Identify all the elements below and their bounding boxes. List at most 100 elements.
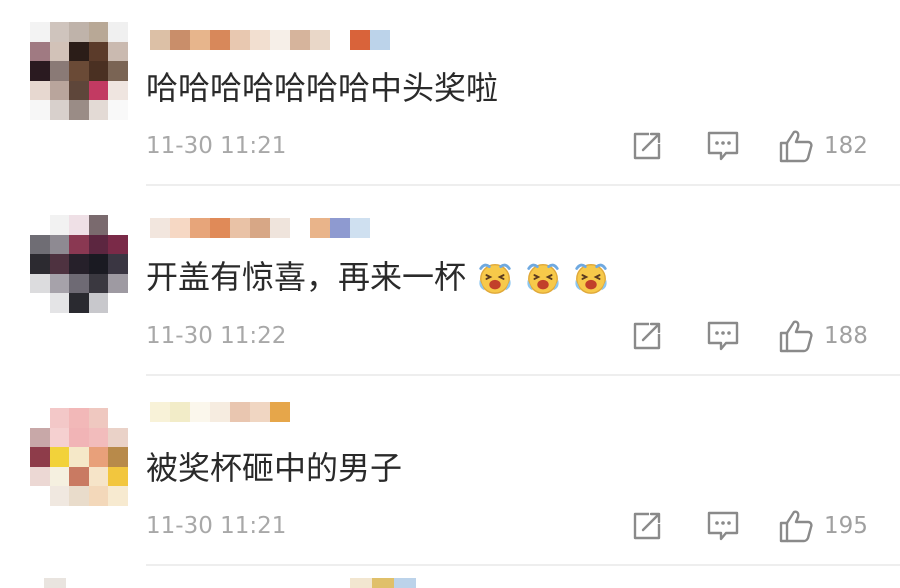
avatar-pixel <box>88 22 109 42</box>
avatar-pixel <box>49 408 70 428</box>
avatar-pixel <box>108 22 128 42</box>
username-pixel <box>190 218 210 238</box>
avatar-pixel <box>69 427 89 448</box>
like-count: 195 <box>824 513 868 539</box>
comment-item: 开盖有惊喜，再来一杯 11-30 11:22 188 <box>0 190 900 380</box>
avatar-pixel <box>88 80 109 101</box>
avatar-pixel <box>69 486 89 506</box>
crying-laughing-emoji-icon <box>479 263 511 294</box>
divider <box>146 184 900 186</box>
like-button[interactable]: 188 <box>778 318 868 354</box>
avatar-pixel <box>49 273 70 294</box>
username-pixel <box>210 30 230 50</box>
avatar-pixel <box>49 215 70 235</box>
share-box-icon <box>633 132 661 160</box>
avatar-pixel <box>30 100 50 120</box>
like-count: 188 <box>824 323 868 349</box>
avatar-pixel <box>108 408 128 428</box>
divider <box>146 374 900 376</box>
username-pixel <box>250 402 270 422</box>
avatar-pixel <box>30 427 50 448</box>
avatar-pixel <box>88 215 109 235</box>
avatar-pixel <box>108 466 128 487</box>
avatar-pixel <box>88 254 109 274</box>
avatar-pixel <box>49 466 70 487</box>
repost-button[interactable] <box>631 508 663 544</box>
comment-text: 开盖有惊喜，再来一杯 <box>146 256 610 297</box>
comment-feed: 哈哈哈哈哈哈哈中头奖啦 11-30 11:21 182 开盖有惊喜，再来一杯 1… <box>0 0 900 588</box>
avatar-pixel <box>108 427 128 448</box>
repost-button[interactable] <box>631 318 663 354</box>
thumbs-up-icon <box>779 130 813 163</box>
avatar[interactable] <box>30 215 128 313</box>
timestamp: 11-30 11:22 <box>146 323 287 349</box>
avatar-pixel <box>69 254 89 274</box>
repost-button[interactable] <box>631 128 663 164</box>
username-pixel <box>170 30 190 50</box>
share-box-icon <box>633 322 661 350</box>
avatar-pixel <box>30 273 50 294</box>
avatar-pixel <box>49 293 70 313</box>
username-pixel <box>310 218 330 238</box>
avatar-pixel <box>69 100 89 120</box>
avatar-pixel <box>30 80 50 101</box>
username-pixel <box>370 30 390 50</box>
avatar-pixel <box>108 293 128 313</box>
emoji-group <box>466 256 610 297</box>
avatar-pixel <box>108 215 128 235</box>
avatar-pixel <box>30 486 50 506</box>
avatar-pixel <box>49 22 70 42</box>
username-pixel <box>250 30 270 50</box>
avatar-pixel <box>108 486 128 506</box>
avatar-pixel <box>88 447 109 467</box>
like-button[interactable]: 195 <box>778 508 868 544</box>
comment-text-content: 哈哈哈哈哈哈哈中头奖啦 <box>146 69 499 107</box>
avatar-pixel <box>49 80 70 101</box>
comment-bubble-icon <box>707 511 739 541</box>
avatar-pixel <box>69 466 89 487</box>
comment-text-content: 被奖杯砸中的男子 <box>146 449 403 487</box>
comment-button[interactable] <box>706 508 740 544</box>
avatar-pixel <box>88 41 109 62</box>
username-pixelated[interactable] <box>150 30 390 52</box>
username-pixel <box>270 402 290 422</box>
avatar-pixel <box>49 61 70 81</box>
like-button[interactable]: 182 <box>778 128 868 164</box>
avatar-pixel <box>108 254 128 274</box>
avatar-pixel <box>88 408 109 428</box>
peek-pixel <box>350 578 372 588</box>
avatar-pixel <box>108 273 128 294</box>
avatar-pixel <box>69 215 89 235</box>
avatar-pixel <box>30 215 50 235</box>
avatar-pixel <box>49 427 70 448</box>
avatar-pixel <box>108 61 128 81</box>
avatar-pixel <box>88 486 109 506</box>
thumbs-up-icon <box>779 510 813 543</box>
avatar-pixel <box>30 234 50 255</box>
avatar-pixel <box>69 41 89 62</box>
avatar-pixel <box>108 80 128 101</box>
username-pixel <box>330 218 350 238</box>
username-pixel <box>190 402 210 422</box>
comment-button[interactable] <box>706 318 740 354</box>
avatar[interactable] <box>30 408 128 506</box>
avatar-pixel <box>49 486 70 506</box>
avatar-pixel <box>69 61 89 81</box>
username-pixel <box>350 30 370 50</box>
avatar-pixel <box>69 273 89 294</box>
avatar-pixel <box>49 234 70 255</box>
peek-pixel <box>372 578 394 588</box>
timestamp: 11-30 11:21 <box>146 133 287 159</box>
timestamp: 11-30 11:21 <box>146 513 287 539</box>
crying-laughing-emoji-icon <box>527 263 559 294</box>
peek-pixel <box>44 578 66 588</box>
avatar-pixel <box>49 100 70 120</box>
username-pixel <box>230 30 250 50</box>
avatar-pixel <box>88 273 109 294</box>
comment-button[interactable] <box>706 128 740 164</box>
avatar-pixel <box>108 100 128 120</box>
avatar[interactable] <box>30 22 128 120</box>
username-pixelated[interactable] <box>150 218 370 240</box>
username-pixelated[interactable] <box>150 402 290 424</box>
avatar-pixel <box>30 22 50 42</box>
